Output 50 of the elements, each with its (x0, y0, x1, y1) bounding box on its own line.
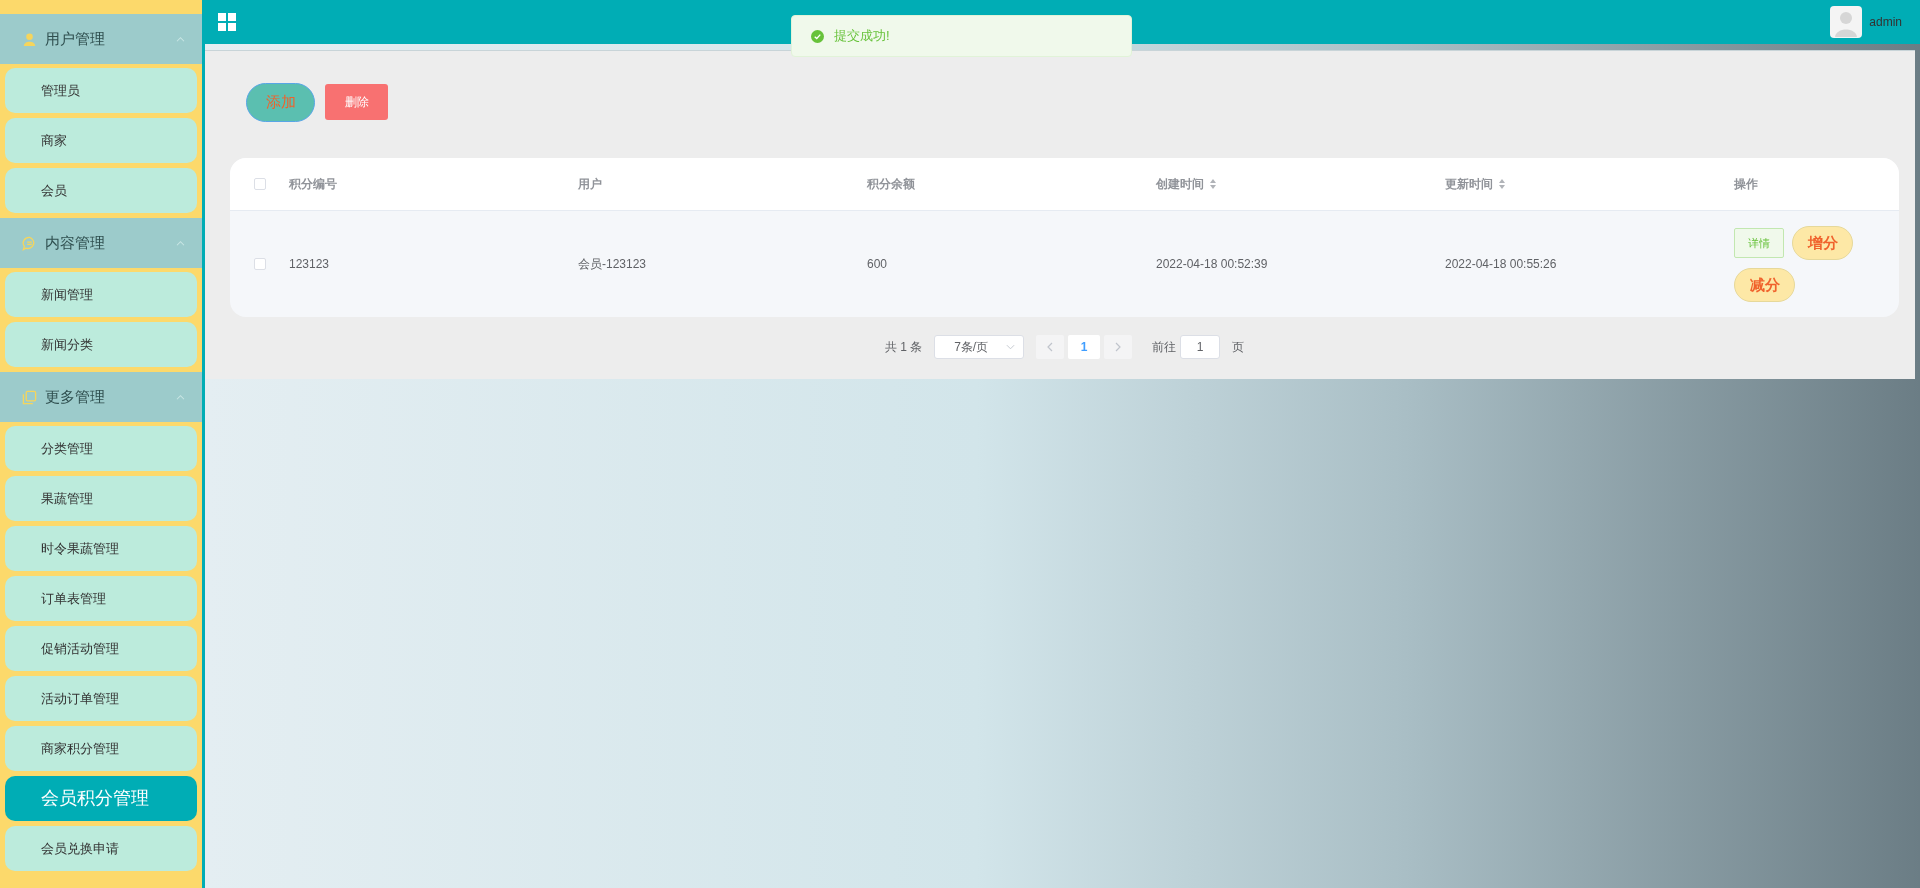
table-cell: 600 (867, 257, 888, 271)
sort-icon[interactable] (1209, 178, 1217, 190)
menu-group[interactable]: 用户管理 (0, 14, 202, 64)
sidebar-item[interactable]: 新闻分类 (5, 322, 197, 367)
sidebar-item[interactable]: 会员 (5, 168, 197, 213)
page-size-select[interactable]: 7条/页 (934, 335, 1025, 359)
column-header: 操作 (1734, 175, 1758, 193)
sidebar-item[interactable]: 商家 (5, 118, 197, 163)
column-header: 积分编号 (289, 175, 337, 193)
table-cell: 会员-123123 (578, 255, 647, 273)
menu-group[interactable]: 内容管理 (0, 218, 202, 268)
table-cell: 2022-04-18 00:55:26 (1445, 257, 1557, 271)
sidebar-item[interactable]: 新闻管理 (5, 272, 197, 317)
chevron-icon (175, 35, 186, 43)
next-page-button[interactable] (1104, 335, 1133, 359)
toast-message: 提交成功! (834, 27, 890, 45)
table-cell: 2022-04-18 00:52:39 (1156, 257, 1268, 271)
sidebar-item[interactable]: 活动订单管理 (5, 676, 197, 721)
chevron-icon (175, 393, 186, 401)
sidebar-item[interactable]: 时令果蔬管理 (5, 526, 197, 571)
chevron-icon (1006, 344, 1016, 350)
menu-icon[interactable] (218, 13, 236, 31)
check-icon (811, 29, 824, 43)
user-name[interactable]: admin (1869, 15, 1902, 29)
sidebar-item[interactable]: 分类管理 (5, 426, 197, 471)
row-checkbox[interactable] (253, 258, 266, 270)
person-icon (22, 31, 37, 47)
previous-page-button[interactable] (1036, 335, 1065, 359)
chevron-icon (175, 239, 186, 247)
sidebar-item[interactable]: 商家积分管理 (5, 726, 197, 771)
sidebar-item[interactable]: 管理员 (5, 68, 197, 113)
right-chevron-icon (1115, 342, 1122, 352)
sidebar-item[interactable]: 果蔬管理 (5, 476, 197, 521)
sidebar-item[interactable]: 会员兑换申请 (5, 826, 197, 871)
table-cell: 123123 (289, 257, 330, 271)
menu-group[interactable]: 更多管理 (0, 372, 202, 422)
chat-icon (22, 235, 37, 251)
sidebar-item[interactable]: 促销活动管理 (5, 626, 197, 671)
page-suffix: 页 (1232, 338, 1245, 356)
copy-icon (22, 389, 37, 405)
page-input[interactable]: 1 (1180, 335, 1221, 359)
avatar-icon[interactable] (1830, 5, 1863, 39)
select-all-checkbox[interactable] (253, 178, 266, 190)
sidebar-item[interactable]: 订单表管理 (5, 576, 197, 621)
column-header: 用户 (578, 175, 602, 193)
column-header: 积分余额 (867, 175, 915, 193)
sort-icon[interactable] (1498, 178, 1506, 190)
left-chevron-icon (1047, 342, 1054, 352)
total-count: 共 1 条 (884, 338, 923, 356)
goto-label: 前往 (1152, 338, 1177, 356)
